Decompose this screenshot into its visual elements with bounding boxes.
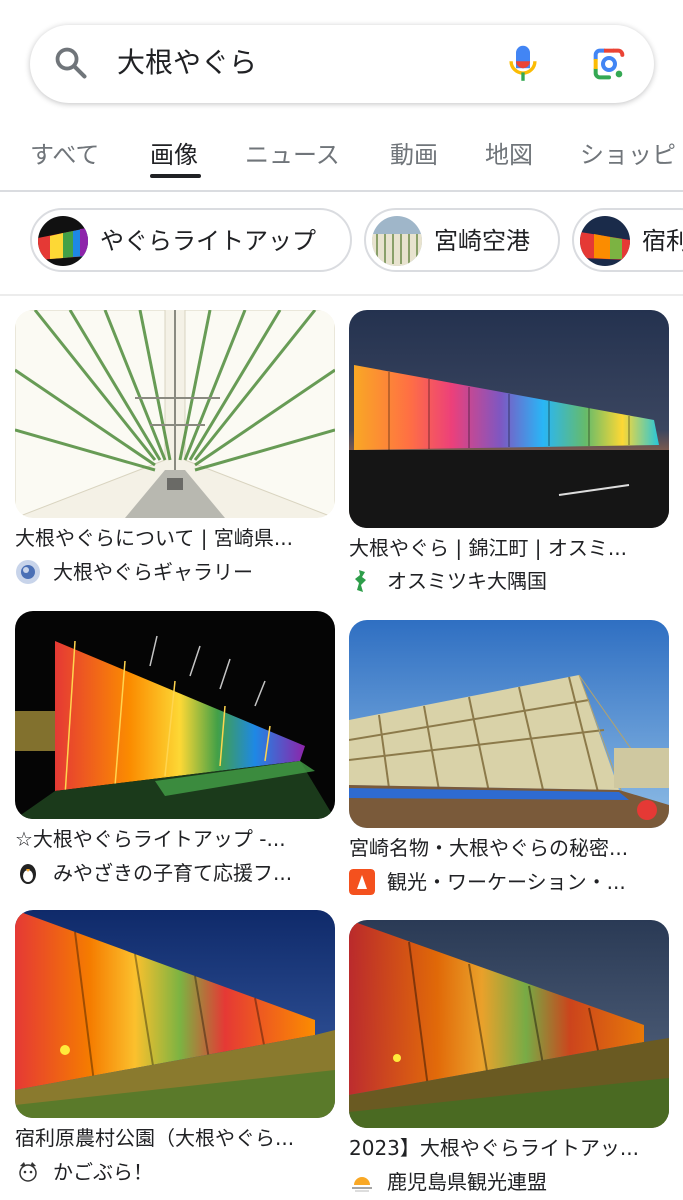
chip-thumbnail	[372, 216, 422, 266]
result-image[interactable]	[349, 620, 669, 828]
sun-logo-icon	[349, 1169, 375, 1195]
result-title[interactable]: 宿利原農村公園（大根やぐら...	[15, 1124, 335, 1152]
tab-news[interactable]: ニュース	[245, 138, 340, 172]
chip-yagura-lightup[interactable]: やぐらライトアップ	[30, 208, 352, 272]
chip-shukuri[interactable]: 宿利	[572, 208, 683, 272]
tab-images[interactable]: 画像	[150, 138, 198, 172]
source-name: みやざきの子育て応援フ...	[53, 861, 293, 885]
penguin-icon	[15, 860, 41, 886]
image-result[interactable]: ☆大根やぐらライトアップ -... みやざきの子育て応援フ...	[15, 611, 335, 891]
result-title[interactable]: 大根やぐらについて | 宮崎県...	[15, 524, 335, 552]
search-input[interactable]: 大根やぐら	[117, 44, 257, 82]
green-map-icon	[349, 568, 375, 594]
result-image[interactable]	[15, 611, 335, 819]
source-name: オスミツキ大隅国	[387, 569, 547, 593]
chip-label: やぐらライトアップ	[100, 227, 316, 255]
result-image[interactable]	[349, 920, 669, 1128]
search-icon[interactable]	[52, 44, 90, 82]
result-source[interactable]: 鹿児島県観光連盟	[349, 1167, 669, 1197]
result-image[interactable]	[349, 310, 669, 528]
image-result[interactable]: 2023】大根やぐらライトアッ... 鹿児島県観光連盟	[349, 920, 669, 1195]
source-name: 観光・ワーケーション・...	[387, 870, 626, 894]
active-tab-indicator	[150, 174, 201, 178]
globe-icon	[15, 559, 41, 585]
tab-shopping[interactable]: ショッピ	[580, 138, 676, 172]
source-name: 大根やぐらギャラリー	[53, 560, 253, 584]
result-source[interactable]: オスミツキ大隅国	[349, 566, 669, 596]
image-result[interactable]: 宮崎名物・大根やぐらの秘密... 観光・ワーケーション・...	[349, 620, 669, 895]
result-image[interactable]	[15, 310, 335, 518]
chip-label: 宮崎空港	[434, 227, 530, 255]
chip-thumbnail	[580, 216, 630, 266]
result-source[interactable]: かごぶら！	[15, 1157, 335, 1187]
lens-camera-icon[interactable]	[589, 44, 629, 84]
image-result[interactable]: 大根やぐらについて | 宮崎県... 大根やぐらギャラリー	[15, 310, 335, 590]
tab-maps[interactable]: 地図	[485, 138, 533, 172]
result-image[interactable]	[15, 910, 335, 1118]
result-title[interactable]: 2023】大根やぐらライトアッ...	[349, 1134, 669, 1162]
result-title[interactable]: 大根やぐら | 錦江町 | オスミ...	[349, 534, 669, 562]
cat-icon	[15, 1159, 41, 1185]
tab-videos[interactable]: 動画	[390, 138, 438, 172]
tab-all[interactable]: すべて	[30, 138, 99, 172]
result-source[interactable]: 大根やぐらギャラリー	[15, 557, 335, 587]
result-source[interactable]: みやざきの子育て応援フ...	[15, 858, 335, 888]
search-tabs: すべて 画像 ニュース 動画 地図 ショッピ	[0, 130, 683, 190]
image-result[interactable]: 大根やぐら | 錦江町 | オスミ... オスミツキ大隅国	[349, 310, 669, 595]
chip-thumbnail	[38, 216, 88, 266]
result-title[interactable]: 宮崎名物・大根やぐらの秘密...	[349, 834, 669, 862]
tabs-divider	[0, 190, 683, 192]
chip-label: 宿利	[642, 227, 683, 255]
result-source[interactable]: 観光・ワーケーション・...	[349, 867, 669, 897]
source-name: 鹿児島県観光連盟	[387, 1170, 547, 1194]
microphone-icon[interactable]	[506, 43, 540, 85]
result-title[interactable]: ☆大根やぐらライトアップ -...	[15, 825, 335, 853]
source-name: かごぶら！	[53, 1160, 153, 1184]
chips-divider	[0, 294, 683, 296]
chip-miyazaki-airport[interactable]: 宮崎空港	[364, 208, 560, 272]
image-result[interactable]: 宿利原農村公園（大根やぐら... かごぶら！	[15, 910, 335, 1190]
orange-square-icon	[349, 869, 375, 895]
